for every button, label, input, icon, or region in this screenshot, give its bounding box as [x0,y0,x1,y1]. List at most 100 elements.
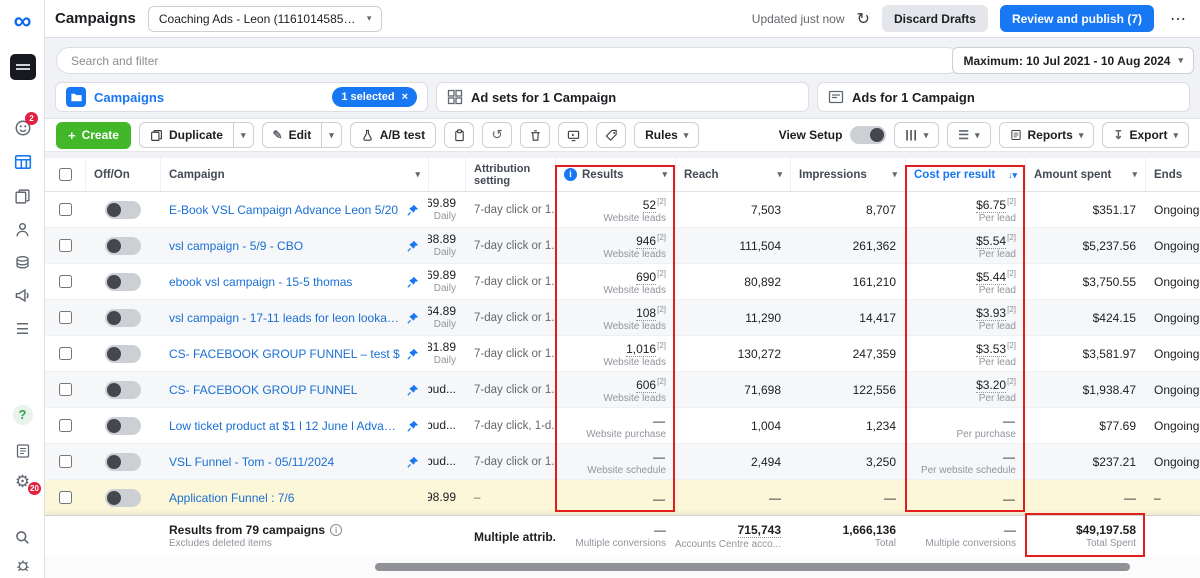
tab-campaigns[interactable]: Campaigns 1 selected × [55,82,428,112]
ends-cell: Ongoing [1145,408,1200,443]
duplicate-button[interactable]: Duplicate ▾ [139,122,254,148]
row-checkbox[interactable] [59,311,72,324]
header-impressions[interactable]: Impressions▾ [790,158,905,191]
campaign-toggle[interactable] [105,201,141,219]
row-checkbox[interactable] [59,203,72,216]
nav-billing[interactable] [0,249,45,275]
campaign-toggle[interactable] [105,273,141,291]
header-campaign[interactable]: Campaign▾ [160,158,428,191]
campaign-toggle[interactable] [105,309,141,327]
review-publish-button[interactable]: Review and publish (7) [1000,5,1154,32]
row-checkbox[interactable] [59,419,72,432]
horizontal-scrollbar-thumb[interactable] [375,563,1130,571]
header-results[interactable]: iResults▾ [555,158,675,191]
close-icon[interactable]: × [402,91,408,103]
delete-button[interactable] [520,122,550,148]
nav-notes[interactable] [0,438,45,464]
campaign-link[interactable]: ebook vsl campaign - 15-5 thomas [169,275,401,289]
business-avatar[interactable] [0,54,45,80]
header-off-on: Off/On [85,158,160,191]
clipboard-button[interactable] [444,122,474,148]
campaign-link[interactable]: vsl campaign - 5/9 - CBO [169,239,401,253]
selected-count-label: 1 selected [341,91,394,103]
campaign-toggle[interactable] [105,237,141,255]
selected-count-pill[interactable]: 1 selected × [332,87,417,107]
edit-button[interactable]: ✎Edit ▾ [262,122,342,148]
row-checkbox[interactable] [59,347,72,360]
select-all-cell[interactable] [45,158,85,191]
rules-button[interactable]: Rules▾ [634,122,699,148]
date-range-dropdown[interactable]: Maximum: 10 Jul 2021 - 10 Aug 2024 ▾ [952,47,1194,74]
results-cell: —Website purchase [555,408,675,443]
campaign-toggle[interactable] [105,453,141,471]
export-button[interactable]: ↧Export▾ [1102,122,1189,148]
campaign-toggle[interactable] [105,381,141,399]
row-checkbox[interactable] [59,455,72,468]
campaign-toggle[interactable] [105,489,141,507]
table-row: CS- FACEBOOK GROUP FUNNEL – test $ 81.89… [45,336,1200,372]
table-row: ebook vsl campaign - 15-5 thomas 69.89Da… [45,264,1200,300]
select-all-checkbox[interactable] [59,168,72,181]
campaign-toggle[interactable] [105,417,141,435]
meta-logo[interactable]: ∞ [0,8,45,34]
attribution-cell: 7-day click or 1... [465,228,555,263]
row-checkbox[interactable] [59,275,72,288]
nav-ads[interactable] [0,282,45,308]
reports-button[interactable]: Reports▾ [999,122,1095,148]
nav-help[interactable]: ? [0,402,45,428]
campaign-toggle[interactable] [105,345,141,363]
nav-campaigns-active[interactable] [0,149,45,175]
attribution-cell: 7-day click or 1... [465,372,555,407]
row-checkbox[interactable] [59,239,72,252]
campaign-link[interactable]: E-Book VSL Campaign Advance Leon 5/20 [169,203,401,217]
top-bar: Campaigns Coaching Ads - Leon (116101458… [45,0,1200,38]
header-attribution[interactable]: Attribution setting [465,158,555,191]
preview-button[interactable] [558,122,588,148]
nav-account-overview[interactable]: 2 [0,115,45,141]
campaign-link[interactable]: VSL Funnel - Tom - 05/11/2024 [169,455,401,469]
create-button[interactable]: +Create [56,122,131,149]
nav-search[interactable] [0,524,45,550]
campaign-link[interactable]: Application Funnel : 7/6 [169,491,401,505]
header-ends[interactable]: Ends [1145,158,1200,191]
tab-adsets[interactable]: Ad sets for 1 Campaign [436,82,809,112]
results-cell: 108[2]Website leads [555,300,675,335]
header-reach[interactable]: Reach▾ [675,158,790,191]
ab-test-button[interactable]: A/B test [350,122,436,148]
pin-icon [407,384,419,396]
nav-settings[interactable]: ⚙ 20 [0,468,45,494]
meta-infinity-icon: ∞ [14,9,32,34]
refresh-icon[interactable]: ↻ [857,9,870,29]
campaign-link[interactable]: CS- FACEBOOK GROUP FUNNEL – test $ [169,347,401,361]
nav-all-tools[interactable]: ☰ [0,316,45,342]
budget-cell: bud... [428,408,465,443]
undo-button[interactable]: ↺ [482,122,512,148]
edit-dropdown[interactable]: ▾ [321,123,341,147]
header-cost-per-result[interactable]: Cost per result↓▾ [905,158,1025,191]
campaign-link[interactable]: CS- FACEBOOK GROUP FUNNEL [169,383,401,397]
breakdown-button[interactable]: ☰▾ [947,122,990,148]
campaign-link[interactable]: vsl campaign - 17-11 leads for leon look… [169,311,401,325]
tab-ads[interactable]: Ads for 1 Campaign [817,82,1190,112]
header-amount-spent[interactable]: Amount spent▾ [1025,158,1145,191]
horizontal-scrollbar-track[interactable] [45,557,1200,578]
tag-button[interactable] [596,122,626,148]
row-checkbox[interactable] [59,491,72,504]
more-options-icon[interactable]: ⋯ [1166,9,1190,29]
nav-pages[interactable] [0,183,45,209]
nav-audiences[interactable] [0,216,45,242]
discard-drafts-button[interactable]: Discard Drafts [882,5,988,32]
nav-report-bug[interactable] [0,552,45,578]
attribution-cell: 7-day click or 1... [465,192,555,227]
search-filter-box[interactable] [56,47,961,74]
row-checkbox[interactable] [59,383,72,396]
duplicate-dropdown[interactable]: ▾ [233,123,253,147]
view-setup-toggle[interactable] [850,126,886,144]
columns-button[interactable]: |||▾ [894,122,939,148]
account-dropdown[interactable]: Coaching Ads - Leon (1161014585643... ▾ [148,6,383,32]
search-input[interactable] [71,54,946,68]
campaign-link[interactable]: Low ticket product at $1 l 12 June l Adv… [169,419,401,433]
amount-spent-cell: $1,938.47 [1025,372,1145,407]
pin-icon [407,276,419,288]
ends-cell: Ongoing [1145,228,1200,263]
